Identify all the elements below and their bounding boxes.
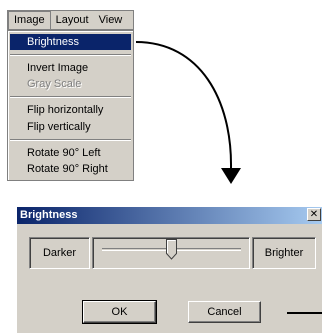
close-icon[interactable]: ✕: [307, 208, 321, 221]
pointer-line: [287, 312, 322, 314]
ok-button[interactable]: OK: [82, 300, 157, 324]
brighter-label: Brighter: [252, 237, 316, 269]
dialog-title: Brightness: [20, 209, 78, 221]
brightness-slider-thumb[interactable]: [166, 239, 178, 260]
dialog-title-bar[interactable]: Brightness ✕: [17, 207, 322, 224]
darker-label: Darker: [29, 237, 90, 269]
cancel-button[interactable]: Cancel: [188, 301, 261, 323]
